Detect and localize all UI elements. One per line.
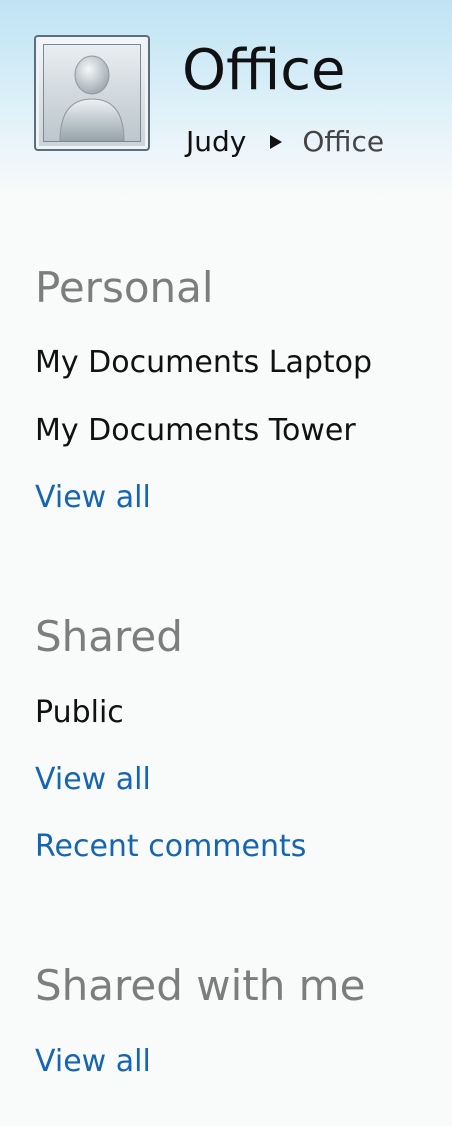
folder-my-documents-laptop[interactable]: My Documents Laptop — [35, 343, 372, 383]
folder-public[interactable]: Public — [35, 693, 124, 733]
avatar[interactable] — [34, 35, 150, 151]
section-heading-shared-with-me: Shared with me — [35, 961, 366, 1010]
user-silhouette-icon — [43, 44, 141, 142]
breadcrumb: Judy Office — [186, 124, 384, 160]
personal-view-all-link[interactable]: View all — [35, 478, 151, 518]
section-heading-shared: Shared — [35, 612, 183, 661]
page-title: Office — [182, 38, 346, 103]
folder-my-documents-tower[interactable]: My Documents Tower — [35, 411, 356, 451]
shared-with-me-view-all-link[interactable]: View all — [35, 1042, 151, 1082]
section-heading-personal: Personal — [35, 263, 214, 312]
breadcrumb-separator-icon — [270, 135, 283, 149]
recent-comments-link[interactable]: Recent comments — [35, 827, 306, 867]
breadcrumb-item-judy[interactable]: Judy — [186, 125, 246, 158]
shared-view-all-link[interactable]: View all — [35, 760, 151, 800]
page-header: Office Judy Office — [0, 0, 452, 195]
breadcrumb-item-office: Office — [302, 125, 385, 158]
